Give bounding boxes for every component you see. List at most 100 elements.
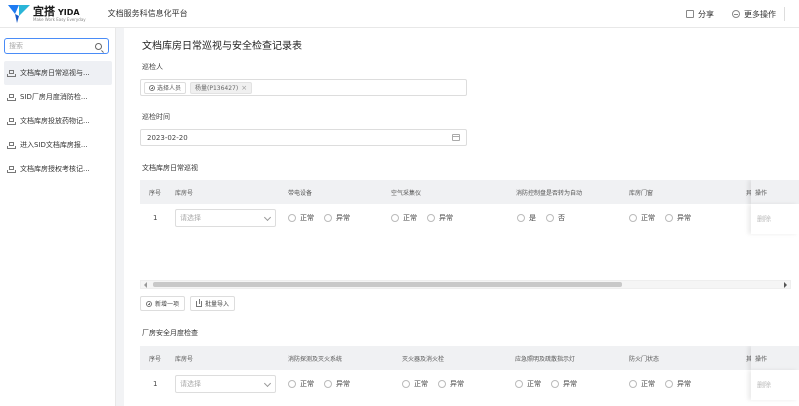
- page-title: 文档库房日常巡视与安全检查记录表: [142, 41, 302, 52]
- radio-abnormal[interactable]: 异常: [438, 379, 464, 389]
- radio-circle-icon: [629, 214, 637, 222]
- more-actions-button[interactable]: 更多操作: [732, 9, 776, 20]
- form-icon: [7, 165, 16, 173]
- sidebar-nav: 文档库房日常巡视与... SID厂房月度消防检... 文档库房投放药物记... …: [0, 61, 116, 181]
- delete-button[interactable]: 删除: [757, 214, 771, 224]
- top-bar: 宜搭 YIDA Make Work Easy Everyday 文档服务科信息化平…: [0, 0, 799, 28]
- sidebar-item-daily-inspection[interactable]: 文档库房日常巡视与...: [4, 61, 112, 85]
- radio-group-col4: 正常 异常: [629, 379, 691, 389]
- upload-icon: [196, 298, 203, 307]
- radio-normal[interactable]: 正常: [288, 213, 314, 223]
- table-row: 1 请选择 正常 异常 正常 异常 正常 异常 正常 异常 删除: [140, 370, 799, 400]
- radio-abnormal[interactable]: 异常: [665, 379, 691, 389]
- table-scrollbar[interactable]: [140, 280, 791, 289]
- date-field[interactable]: 2023-02-20: [140, 129, 467, 146]
- select-person-button[interactable]: 选择人员: [144, 81, 187, 94]
- radio-circle-icon: [515, 380, 523, 388]
- radio-circle-icon: [546, 214, 554, 222]
- header-action-col: 操作: [751, 180, 799, 204]
- more-icon: [732, 10, 740, 18]
- radio-label: 异常: [677, 214, 691, 222]
- header-col4: 防火门状态: [629, 356, 660, 363]
- header-col3: 消防控制盘是否转为自动: [516, 190, 583, 197]
- form-icon: [7, 69, 16, 77]
- scroll-thumb[interactable]: [153, 282, 622, 287]
- radio-normal[interactable]: 正常: [402, 379, 428, 389]
- row-action-col: 删除: [751, 370, 799, 400]
- radio-circle-icon: [324, 380, 332, 388]
- search-input[interactable]: [9, 42, 89, 50]
- radio-normal[interactable]: 正常: [515, 379, 541, 389]
- inspector-field[interactable]: 选择人员 杨量(P136427) ×: [140, 79, 467, 96]
- radio-normal[interactable]: 正常: [629, 379, 655, 389]
- scroll-left-icon[interactable]: [144, 282, 147, 288]
- radio-no[interactable]: 否: [546, 213, 565, 223]
- radio-group-col1: 正常 异常: [288, 379, 350, 389]
- radio-group-col4: 正常 异常: [629, 213, 691, 223]
- bulk-import-button[interactable]: 批量导入: [190, 296, 236, 311]
- radio-label: 异常: [336, 380, 350, 388]
- radio-abnormal[interactable]: 异常: [665, 213, 691, 223]
- chevron-down-icon: [263, 213, 272, 222]
- add-item-button[interactable]: 新增一项: [140, 296, 186, 311]
- scroll-right-icon[interactable]: [784, 282, 787, 288]
- header-col2: 灭火器及消火栓: [402, 356, 445, 363]
- tag-close-icon[interactable]: ×: [241, 84, 247, 92]
- room-select[interactable]: 请选择: [175, 209, 276, 227]
- radio-yes[interactable]: 是: [517, 213, 536, 223]
- app-title: 文档服务科信息化平台: [107, 9, 188, 18]
- date-value: 2023-02-20: [147, 133, 188, 142]
- add-item-label: 新增一项: [155, 301, 180, 308]
- sidebar-item-label: SID厂房月度消防检...: [20, 93, 88, 101]
- share-button[interactable]: 分享: [686, 9, 714, 20]
- header-action: 操作: [755, 356, 768, 363]
- plus-circle-icon: [146, 300, 152, 307]
- sidebar-search[interactable]: [4, 38, 109, 54]
- radio-circle-icon: [288, 214, 296, 222]
- radio-abnormal[interactable]: 异常: [324, 213, 350, 223]
- header-room: 库房号: [175, 190, 194, 197]
- radio-label: 正常: [527, 380, 541, 388]
- share-icon: [686, 10, 694, 18]
- share-label: 分享: [698, 9, 714, 19]
- form-icon: [7, 141, 16, 149]
- radio-normal[interactable]: 正常: [629, 213, 655, 223]
- radio-label: 正常: [300, 380, 314, 388]
- sidebar-item-medicine-record[interactable]: 文档库房投放药物记...: [0, 109, 116, 133]
- radio-label: 正常: [414, 380, 428, 388]
- calendar-icon[interactable]: [452, 134, 460, 141]
- sidebar-item-fire-check[interactable]: SID厂房月度消防检...: [0, 85, 116, 109]
- daily-inspection-table: 序号 库房号 带电设备 空气采集仪 消防控制盘是否转为自动 库房门窗 异 操作 …: [140, 180, 799, 276]
- radio-label: 异常: [563, 380, 577, 388]
- sidebar-item-entry-report[interactable]: 进入SID文档库房报...: [0, 133, 116, 157]
- header-col2: 空气采集仪: [391, 190, 422, 197]
- search-icon[interactable]: [95, 43, 102, 50]
- inspector-label: 巡检人: [142, 63, 163, 71]
- radio-label: 否: [558, 214, 565, 222]
- header-action-col: 操作: [751, 346, 799, 370]
- radio-normal[interactable]: 正常: [391, 213, 417, 223]
- header-seq: 序号: [149, 356, 162, 363]
- sidebar-item-label: 文档库房授权考核记...: [20, 165, 90, 173]
- room-select-placeholder: 请选择: [180, 380, 201, 388]
- room-select[interactable]: 请选择: [175, 375, 276, 393]
- radio-label: 正常: [641, 214, 655, 222]
- radio-abnormal[interactable]: 异常: [551, 379, 577, 389]
- row-seq: 1: [153, 214, 158, 222]
- radio-circle-icon: [288, 380, 296, 388]
- logo[interactable]: 宜搭 YIDA Make Work Easy Everyday: [8, 4, 86, 23]
- table-row: 1 请选择 正常 异常 正常 异常 是 否 正常 异常 删除: [140, 204, 799, 234]
- sidebar-item-auth-assessment[interactable]: 文档库房授权考核记...: [0, 157, 116, 181]
- table-actions: 新增一项 批量导入: [140, 296, 236, 311]
- person-tag: 杨量(P136427) ×: [190, 81, 253, 94]
- radio-abnormal[interactable]: 异常: [324, 379, 350, 389]
- radio-abnormal[interactable]: 异常: [427, 213, 453, 223]
- section-title-monthly: 厂房安全月度检查: [142, 329, 198, 337]
- bulk-import-label: 批量导入: [205, 301, 230, 308]
- radio-normal[interactable]: 正常: [288, 379, 314, 389]
- delete-button[interactable]: 删除: [757, 380, 771, 390]
- radio-circle-icon: [438, 380, 446, 388]
- radio-label: 异常: [677, 380, 691, 388]
- monthly-check-table: 序号 库房号 消防探测及灭火系统 灭火器及消火栓 应急照明及疏散指示灯 防火门状…: [140, 346, 799, 406]
- plus-circle-icon: [149, 84, 155, 91]
